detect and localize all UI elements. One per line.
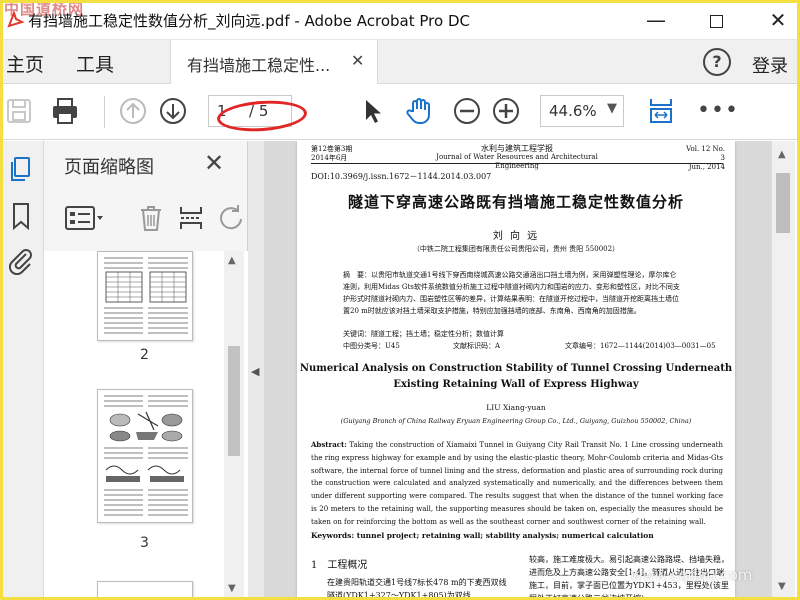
paper-title-en: Numerical Analysis on Construction Stabi… — [297, 361, 735, 393]
insert-page-icon[interactable] — [176, 203, 206, 233]
affiliation-en: (Guiyang Branch of China Railway Eryuan … — [340, 417, 692, 425]
hand-tool-icon[interactable] — [404, 96, 434, 126]
class-number: 中图分类号：U45 — [343, 342, 400, 350]
title-bar: 中国道桥网 有挡墙施工稳定性数值分析_刘向远.pdf - Adobe Acrob… — [0, 0, 800, 40]
journal-name-en: Journal of Water Resources and Architect… — [436, 153, 598, 170]
abstract-en-label: Abstract: — [311, 440, 347, 449]
page-thumbnails-icon[interactable] — [6, 155, 36, 185]
journal-date: 2014年6月 — [311, 154, 348, 162]
thumbnail-list: 2 3 ▲ ▼ — [44, 251, 248, 600]
scroll-down-icon[interactable]: ▼ — [778, 581, 786, 592]
attachment-icon[interactable] — [6, 245, 36, 276]
collapse-left-icon: ◀ — [251, 365, 260, 378]
journal-issue: 第12卷第3期 2014年6月 — [311, 145, 352, 163]
abstract-en: Abstract: Taking the construction of Xia… — [311, 439, 723, 529]
save-icon[interactable] — [4, 96, 34, 126]
journal-name: 水利与建筑工程学报 Journal of Water Resources and… — [427, 144, 607, 171]
journal-date-en: Jun., 2014 — [688, 163, 725, 171]
more-tools-icon[interactable]: ••• — [697, 98, 739, 123]
maximize-button[interactable] — [696, 4, 736, 36]
journal-volume: 第12卷第3期 — [311, 145, 353, 153]
help-icon[interactable]: ? — [703, 48, 731, 76]
keywords-cn: 关键词：隧道工程；挡土墙；稳定性分析；数值计算 — [343, 330, 504, 338]
section-heading: 1 工程概况 — [311, 560, 368, 571]
body-text-left: 在建贵阳轨道交通1号线7标长478 m的下麦西双线隧道(YDK1+327～YDK… — [327, 578, 507, 600]
window-title: 有挡墙施工稳定性数值分析_刘向远.pdf - Adobe Acrobat Pro… — [28, 12, 470, 30]
page-thumbnail-3[interactable] — [97, 389, 193, 523]
scroll-down-icon[interactable]: ▼ — [228, 583, 236, 594]
next-page-icon[interactable] — [158, 96, 188, 126]
trash-icon[interactable] — [136, 203, 166, 233]
bookmark-icon[interactable] — [6, 201, 36, 231]
menu-tools[interactable]: 工具 — [76, 50, 114, 77]
paper-title-cn: 隧道下穿高速公路既有挡墙施工稳定性数值分析 — [347, 193, 684, 211]
options-menu-icon[interactable] — [64, 203, 104, 233]
menu-bar: 主页 工具 有挡墙施工稳定性... ✕ ? 登录 — [0, 40, 800, 84]
scroll-up-icon[interactable]: ▲ — [778, 149, 786, 160]
thumbnails-panel: 页面缩略图 ✕ 2 3 ▲ ▼ — [44, 141, 248, 600]
toolbar: 1 / 5 44.6% ▼ ••• — [0, 84, 800, 140]
author-cn: 刘 向 远 — [492, 231, 540, 242]
previous-page-icon[interactable] — [118, 96, 148, 126]
panel-title: 页面缩略图 — [64, 157, 154, 178]
thumbnail-scrollbar[interactable]: ▲ ▼ — [224, 251, 244, 600]
close-panel-icon[interactable]: ✕ — [204, 149, 224, 177]
journal-issue-en: Vol. 12 No. 3 Jun., 2014 — [685, 145, 725, 172]
pdf-page: 第12卷第3期 2014年6月 水利与建筑工程学报 Journal of Wat… — [297, 141, 735, 600]
scrollbar-thumb[interactable] — [228, 346, 240, 456]
select-arrow-icon[interactable] — [356, 96, 386, 126]
zoom-value: 44.6% — [549, 102, 597, 120]
fit-page-icon[interactable] — [646, 96, 676, 126]
print-icon[interactable] — [50, 96, 80, 126]
abstract-cn: 摘 要：以贵阳市轨道交通1号线下穿西南绕城高速公路交通涵出口挡土墙为例，采用弹塑… — [343, 271, 680, 315]
minimize-button[interactable]: — — [636, 4, 676, 36]
zoom-out-icon[interactable] — [452, 96, 482, 126]
left-navigation-rail — [0, 141, 44, 600]
article-number: 文章编号：1672—1144(2014)03—0031—05 — [565, 342, 716, 350]
affiliation-cn: （中铁二院工程集团有限责任公司贵阳公司，贵州 贵阳 550002） — [412, 245, 620, 253]
document-scrollbar[interactable]: ▲ ▼ — [771, 141, 795, 600]
paper-title-en-line-1: Numerical Analysis on Construction Stabi… — [299, 363, 733, 374]
document-code: 文献标识码：A — [453, 342, 501, 350]
keywords-en: Keywords: tunnel project; retaining wall… — [311, 531, 654, 540]
abstract-en-text: Taking the construction of Xiamaixi Tunn… — [311, 441, 723, 526]
rotate-icon[interactable] — [216, 203, 246, 233]
author-en: LIU Xiang-yuan — [486, 403, 546, 412]
zoom-in-icon[interactable] — [491, 96, 521, 126]
close-tab-icon[interactable]: ✕ — [351, 51, 364, 70]
panel-toolbar — [44, 199, 248, 239]
chevron-down-icon: ▼ — [607, 101, 617, 116]
journal-volume-en: Vol. 12 No. 3 — [686, 145, 725, 162]
close-window-button[interactable]: ✕ — [758, 4, 798, 36]
panel-collapse-handle[interactable]: ◀ — [248, 141, 264, 600]
doi-text: DOI:10.3969/j.issn.1672－1144.2014.03.007 — [311, 172, 492, 181]
header-rule — [311, 163, 723, 164]
document-tab[interactable]: 有挡墙施工稳定性... ✕ — [170, 40, 378, 84]
paper-title-en-line-2: Existing Retaining Wall of Express Highw… — [393, 379, 639, 390]
zoom-level-select[interactable]: 44.6% ▼ — [540, 95, 624, 127]
journal-name-cn: 水利与建筑工程学报 — [481, 144, 553, 153]
watermark-bottom-right: www.cqdao.com — [630, 566, 753, 584]
toolbar-divider — [104, 96, 105, 128]
menu-home[interactable]: 主页 — [6, 50, 44, 77]
thumbnail-label: 3 — [140, 535, 149, 551]
document-view: 第12卷第3期 2014年6月 水利与建筑工程学报 Journal of Wat… — [264, 141, 771, 600]
page-thumbnail-2[interactable] — [97, 251, 193, 341]
scrollbar-thumb[interactable] — [776, 173, 790, 233]
document-tab-label: 有挡墙施工稳定性... — [187, 56, 331, 75]
thumbnail-label: 2 — [140, 347, 149, 363]
login-button[interactable]: 登录 — [752, 52, 788, 78]
page-thumbnail-4[interactable] — [97, 581, 193, 600]
scroll-up-icon[interactable]: ▲ — [228, 255, 236, 266]
